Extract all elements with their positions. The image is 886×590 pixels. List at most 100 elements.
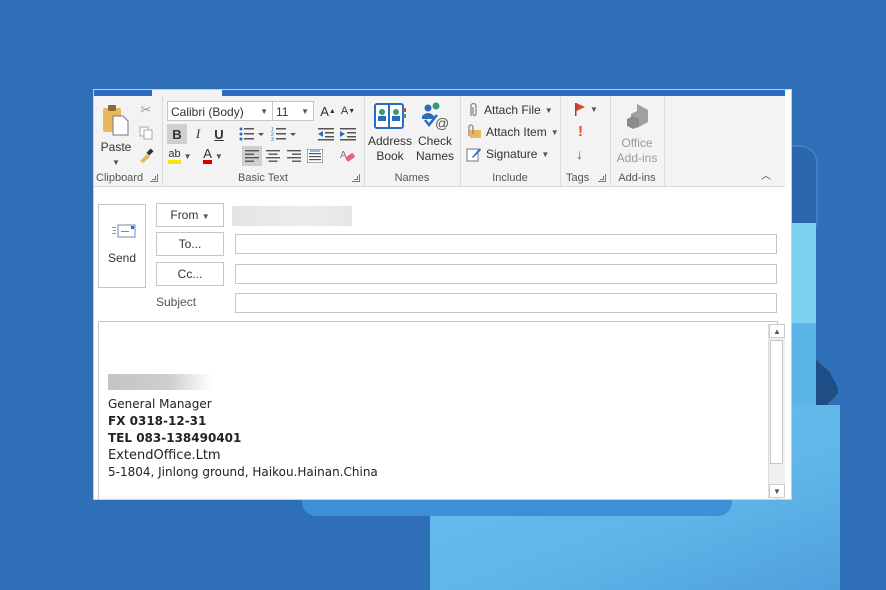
message-body[interactable]: General Manager FX 0318-12-31 TEL 083-13… [98,321,778,499]
scroll-down-arrow[interactable]: ▼ [769,484,785,498]
align-left-button[interactable] [242,146,262,166]
clipboard-dialog-launcher[interactable] [150,174,158,182]
flag-caret[interactable]: ▼ [590,105,598,114]
highlight-button[interactable]: ab ▼ [167,146,193,166]
align-left-icon [245,150,259,162]
scroll-up-arrow[interactable]: ▲ [769,324,785,338]
paste-dropdown-caret[interactable]: ▼ [98,155,134,170]
address-book-button[interactable]: Address Book [368,102,412,164]
attach-file-caret[interactable]: ▼ [545,106,553,115]
attach-file-button[interactable]: Attach File ▼ [466,102,553,118]
basic-text-group-label: Basic Text [238,172,288,184]
compose-window: Paste ▼ ✂ Clipboard Calibri (Body) ▼ 11 … [94,90,791,499]
eraser-icon: A [340,150,355,162]
address-book-label-1: Address [368,134,413,148]
align-right-button[interactable] [284,146,304,166]
attach-item-button[interactable]: Attach Item ▼ [466,124,559,140]
highlight-icon: ab [168,148,181,164]
signature-tel: TEL 083-138490401 [108,431,242,445]
to-button[interactable]: To... [156,232,224,256]
increase-indent-button[interactable] [338,124,358,144]
check-names-label-2: Names [415,149,454,163]
collapse-ribbon-icon[interactable]: ︿ [761,167,771,182]
font-size-value: 11 [276,105,289,119]
numbering-button[interactable]: 1 2 3 [270,124,298,144]
from-button[interactable]: From ▼ [156,203,224,227]
signature-block: General Manager FX 0318-12-31 TEL 083-13… [108,374,378,481]
justify-button[interactable] [305,146,325,166]
signature-title: General Manager [108,397,212,411]
grow-font-button[interactable]: A ▲ [318,101,338,121]
attach-item-caret[interactable]: ▼ [551,128,559,137]
low-importance-button[interactable]: ↓ [576,146,583,162]
align-center-button[interactable] [263,146,283,166]
paste-button[interactable]: Paste ▼ [98,104,134,170]
scroll-thumb[interactable] [770,340,783,464]
group-names: Address Book @ Check Names Names [364,96,461,186]
copy-button[interactable] [136,123,156,143]
shrink-font-button[interactable]: A ▼ [338,101,358,121]
italic-button[interactable]: I [188,124,208,144]
align-center-icon [266,150,280,162]
format-painter-button[interactable] [136,145,156,165]
signature-label: Signature [486,147,538,161]
bullets-button[interactable] [238,124,266,144]
address-book-label-2: Book [376,149,404,163]
tags-dialog-launcher[interactable] [598,174,606,182]
check-names-icon: @ [422,102,449,131]
low-importance-icon: ↓ [576,146,583,162]
font-name-caret[interactable]: ▼ [260,102,268,122]
signature-caret[interactable]: ▼ [541,150,549,159]
font-color-icon: A [203,147,212,164]
high-importance-icon: ! [578,123,583,140]
attach-file-label: Attach File [484,103,541,117]
addins-group-label: Add-ins [618,172,656,184]
font-name-combo[interactable]: Calibri (Body) ▼ [167,101,273,121]
cut-button[interactable]: ✂ [136,100,156,120]
to-field[interactable] [235,234,777,254]
font-size-caret[interactable]: ▼ [301,102,309,122]
numbering-icon: 1 2 3 [271,127,296,141]
underline-button[interactable]: U [209,124,229,144]
format-painter-icon [140,148,154,163]
decrease-indent-button[interactable] [316,124,336,144]
check-names-label-1: Check [417,134,452,148]
shrink-font-icon: A [340,105,349,117]
align-right-icon [287,150,301,162]
group-include: Attach File ▼ Attach Item ▼ Signature ▼ [460,96,561,186]
signature-name-redacted [108,374,212,390]
font-color-caret[interactable]: ▼ [215,152,223,161]
cc-field[interactable] [235,264,777,284]
paperclip-icon [470,102,477,117]
svg-text:3: 3 [271,137,274,141]
group-basic-text: Calibri (Body) ▼ 11 ▼ A ▲ A ▼ B I U 1 2 … [162,96,365,186]
bold-button[interactable]: B [167,124,187,144]
body-scrollbar[interactable]: ▲ ▼ [768,324,785,498]
office-addins-label-2: Add-ins [616,151,658,165]
signature-address: 5-1804, Jinlong ground, Haikou.Hainan.Ch… [108,465,378,479]
clear-formatting-button[interactable]: A [338,146,358,166]
attach-item-icon [468,124,481,138]
basic-text-dialog-launcher[interactable] [352,174,360,182]
office-addins-icon [627,104,648,129]
paste-icon [103,105,129,136]
office-addins-button[interactable]: Office Add-ins [612,102,662,166]
signature-button[interactable]: Signature ▼ [466,146,549,162]
increase-indent-icon [340,128,356,141]
include-group-label: Include [492,172,528,184]
copy-icon [139,126,153,140]
font-size-combo[interactable]: 11 ▼ [272,101,314,121]
from-address-redacted [232,206,352,226]
font-color-button[interactable]: A ▼ [200,146,226,166]
scissors-icon: ✂ [140,102,152,117]
cc-button[interactable]: Cc... [156,262,224,286]
follow-up-flag-button[interactable]: ▼ [574,102,598,116]
high-importance-button[interactable]: ! [578,123,583,140]
highlight-caret[interactable]: ▼ [184,152,192,161]
check-names-button[interactable]: @ Check Names [414,102,456,164]
send-label: Send [107,251,137,265]
subject-field[interactable] [235,293,777,313]
grow-font-icon: A [320,103,329,119]
signature-company: ExtendOffice.Ltm [108,448,221,463]
send-button[interactable]: Send [98,204,146,288]
